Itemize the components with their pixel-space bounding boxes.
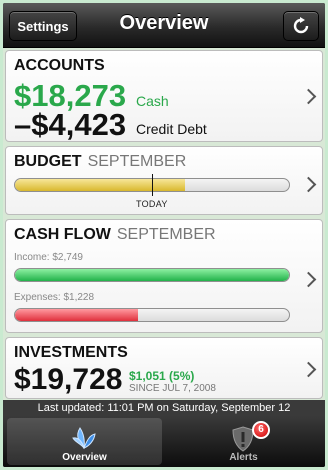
credit-debt-label: Credit Debt <box>136 121 207 137</box>
last-updated-status: Last updated: 11:01 PM on Saturday, Sept… <box>3 400 325 416</box>
overview-leaf-icon <box>72 427 96 450</box>
cash-flow-title: CASH FLOW <box>14 226 111 243</box>
app-frame: Settings Overview ACCOUNTS $18,273 Cash … <box>3 3 325 467</box>
tab-alerts[interactable]: 6 Alerts <box>166 418 321 465</box>
budget-progress-fill <box>15 179 185 191</box>
credit-debt-amount: –$4,423 <box>14 107 127 142</box>
expenses-bar-fill <box>15 309 139 321</box>
accounts-card[interactable]: ACCOUNTS $18,273 Cash –$4,423 Credit Deb… <box>5 50 323 142</box>
tab-overview[interactable]: Overview <box>7 418 162 465</box>
page-title: Overview <box>119 12 209 34</box>
investments-value: $19,728 <box>14 363 123 396</box>
chevron-right-icon <box>300 176 317 193</box>
tab-overview-label: Overview <box>62 452 107 463</box>
expenses-bar <box>14 308 290 322</box>
cash-flow-heading: CASH FLOW SEPTEMBER <box>14 226 216 244</box>
today-label: TODAY <box>136 199 168 209</box>
cash-flow-card[interactable]: CASH FLOW SEPTEMBER Income: $2,749 Expens… <box>5 219 323 333</box>
investments-gain: $1,051 (5%) <box>129 369 195 383</box>
income-bar <box>14 268 290 282</box>
navigation-bar: Settings Overview <box>3 3 325 48</box>
income-bar-fill <box>15 269 289 281</box>
chevron-right-icon <box>300 88 317 105</box>
alerts-shield-icon <box>232 426 254 452</box>
budget-heading: BUDGET SEPTEMBER <box>14 153 186 171</box>
tab-bar: Overview 6 Alerts <box>3 416 325 467</box>
income-label: Income: $2,749 <box>14 252 83 263</box>
refresh-icon <box>293 17 309 34</box>
budget-card[interactable]: BUDGET SEPTEMBER TODAY <box>5 146 323 215</box>
cash-flow-period: SEPTEMBER <box>116 226 216 243</box>
tab-alerts-label: Alerts <box>229 452 258 463</box>
expenses-label: Expenses: $1,228 <box>14 292 95 303</box>
investments-since-date: SINCE JUL 7, 2008 <box>129 383 216 394</box>
investments-card[interactable]: INVESTMENTS $19,728 $1,051 (5%) SINCE JU… <box>5 337 323 399</box>
budget-period: SEPTEMBER <box>87 153 187 170</box>
chevron-right-icon <box>300 271 317 288</box>
alerts-badge: 6 <box>252 421 270 439</box>
investments-heading: INVESTMENTS <box>14 344 128 361</box>
accounts-heading: ACCOUNTS <box>14 57 105 74</box>
chevron-right-icon <box>300 361 317 378</box>
budget-title: BUDGET <box>14 153 82 170</box>
refresh-button[interactable] <box>283 11 319 41</box>
today-marker <box>152 174 153 196</box>
cash-label: Cash <box>136 93 169 109</box>
overview-content: ACCOUNTS $18,273 Cash –$4,423 Credit Deb… <box>3 48 325 400</box>
